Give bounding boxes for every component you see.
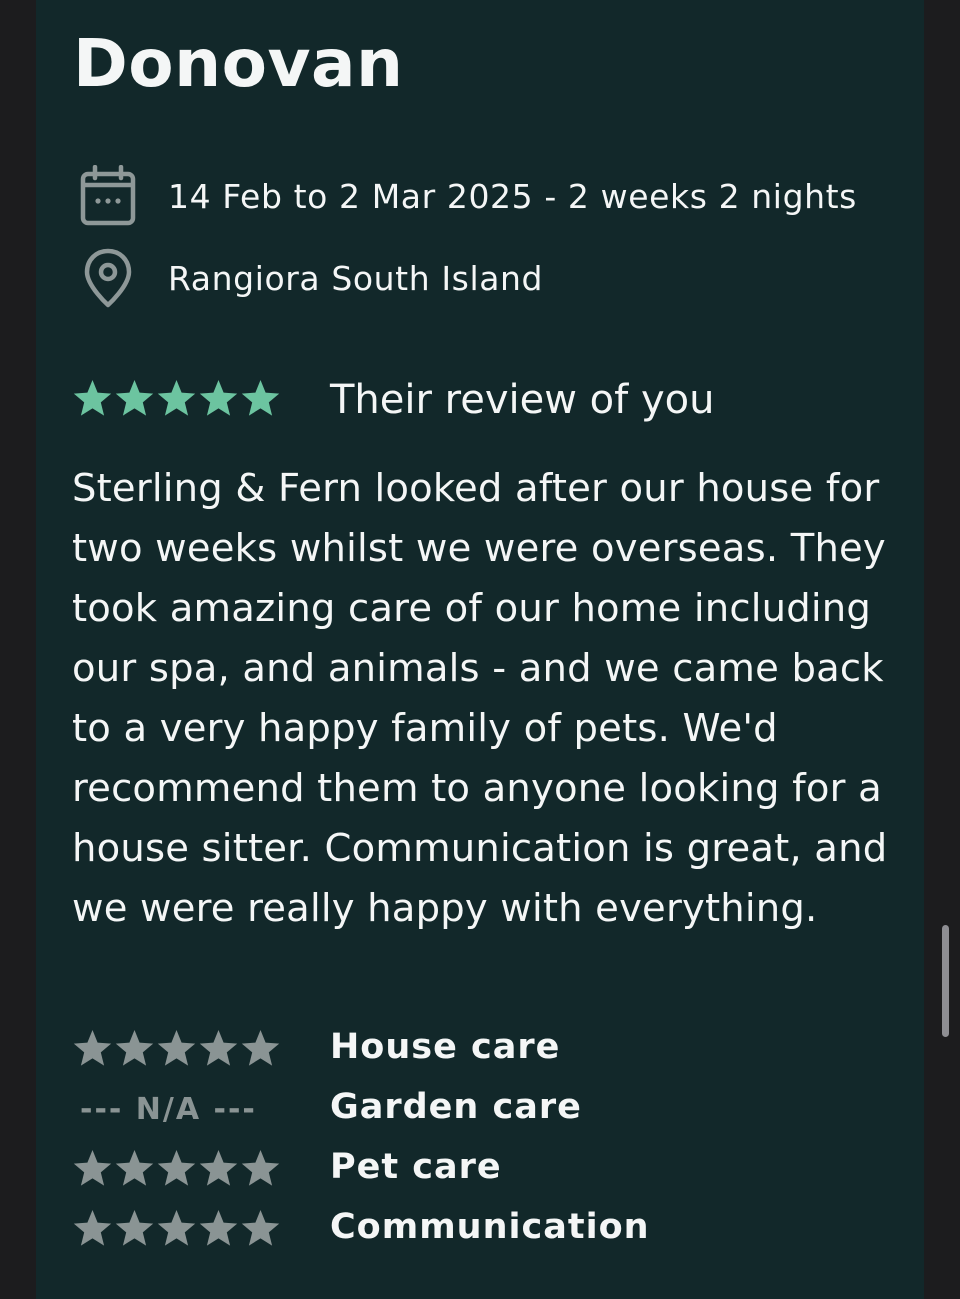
rating-label: Garden care [330, 1087, 582, 1127]
star-icon [73, 380, 112, 416]
stay-location-row: Rangiora South Island [80, 246, 543, 310]
star-icon [115, 1210, 154, 1246]
star-icon [157, 1030, 196, 1066]
stay-dates: 14 Feb to 2 Mar 2025 - 2 weeks 2 nights [168, 176, 857, 216]
star-icon [241, 1150, 280, 1186]
overall-rating-stars [72, 378, 281, 419]
rating-not-applicable: --- N/A --- [80, 1092, 257, 1127]
star-icon [115, 1150, 154, 1186]
stay-location: Rangiora South Island [168, 258, 544, 298]
star-icon [73, 1150, 112, 1186]
scrollbar-thumb[interactable] [942, 925, 949, 1037]
rating-label: Pet care [330, 1147, 502, 1187]
star-icon [115, 380, 154, 416]
star-icon [115, 1030, 154, 1066]
star-icon [157, 1210, 196, 1246]
location-pin-icon [80, 246, 136, 310]
star-icon [157, 380, 196, 416]
review-card: Donovan 14 Feb to 2 Mar 2025 - 2 weeks 2… [36, 0, 924, 1299]
rating-stars [72, 1028, 281, 1069]
calendar-icon [80, 164, 136, 228]
review-heading: Their review of you [330, 377, 715, 423]
star-icon [241, 1030, 280, 1066]
rating-label: House care [330, 1027, 561, 1067]
star-icon [73, 1030, 112, 1066]
rating-label: Communication [330, 1207, 650, 1247]
star-icon [199, 1150, 238, 1186]
star-icon [73, 1210, 112, 1246]
star-icon [241, 380, 280, 416]
star-icon [199, 1210, 238, 1246]
rating-stars [72, 1208, 281, 1249]
star-icon [199, 1030, 238, 1066]
rating-stars [72, 1148, 281, 1189]
star-icon [199, 380, 238, 416]
stay-dates-row: 14 Feb to 2 Mar 2025 - 2 weeks 2 nights [80, 164, 857, 228]
star-icon [241, 1210, 280, 1246]
host-name: Donovan [73, 25, 404, 102]
star-icon [157, 1150, 196, 1186]
review-text: Sterling & Fern looked after our house f… [72, 466, 888, 931]
review-header: Their review of you [72, 377, 714, 423]
